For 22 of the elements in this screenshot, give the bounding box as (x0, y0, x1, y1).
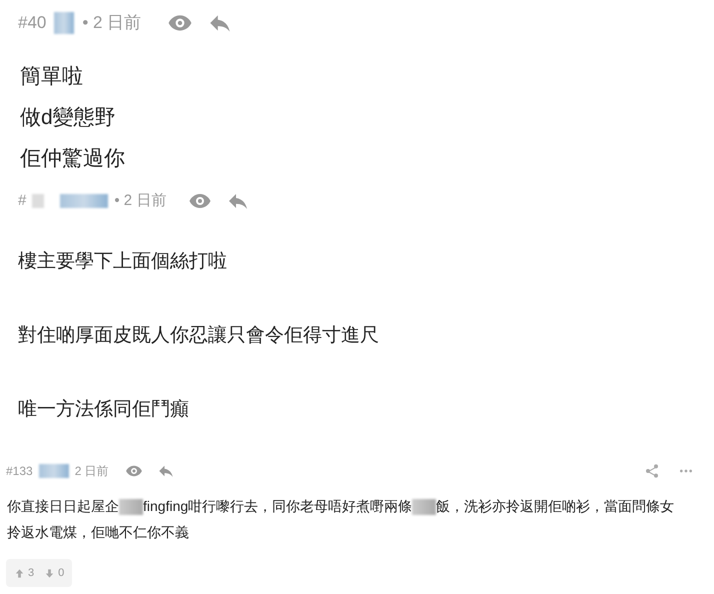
post-number: #40 (18, 12, 46, 34)
down-arrow-icon (44, 568, 56, 578)
post-text: 樓主要學下上面個絲打啦 (18, 250, 228, 274)
post-text: 對住啲厚面皮既人你忍讓只會令佢得寸進尺 (18, 324, 380, 348)
redacted-name (60, 194, 108, 208)
post-number: # (18, 190, 26, 211)
post-time: 2 日前 (74, 463, 109, 480)
redacted-name (38, 464, 69, 478)
post-time: • 2 日前 (114, 190, 166, 211)
redacted-number (32, 194, 44, 208)
post-text: 佢仲驚過你 (20, 146, 126, 172)
post-number: #133 (6, 463, 33, 480)
share-icon[interactable] (644, 463, 660, 479)
up-arrow-icon (14, 568, 25, 578)
redacted-name (54, 12, 74, 34)
post-text: 唯一方法係同佢鬥癲 (18, 398, 190, 422)
upvote-button[interactable]: 3 (14, 564, 34, 582)
post-text: 簡單啦 (20, 64, 84, 90)
post-time: • 2 日前 (82, 12, 142, 34)
downvote-button[interactable]: 0 (44, 564, 64, 582)
post-text: 做d變態野 (20, 105, 117, 131)
post-text: 你直接日日起屋企 fingfing咁行嚟行去，同你老母唔好煮嘢兩條 飯，洗衫亦拎返開佢啲衫，當面問條女拎返水電煤，佢哋不仁你不義 (7, 497, 676, 542)
